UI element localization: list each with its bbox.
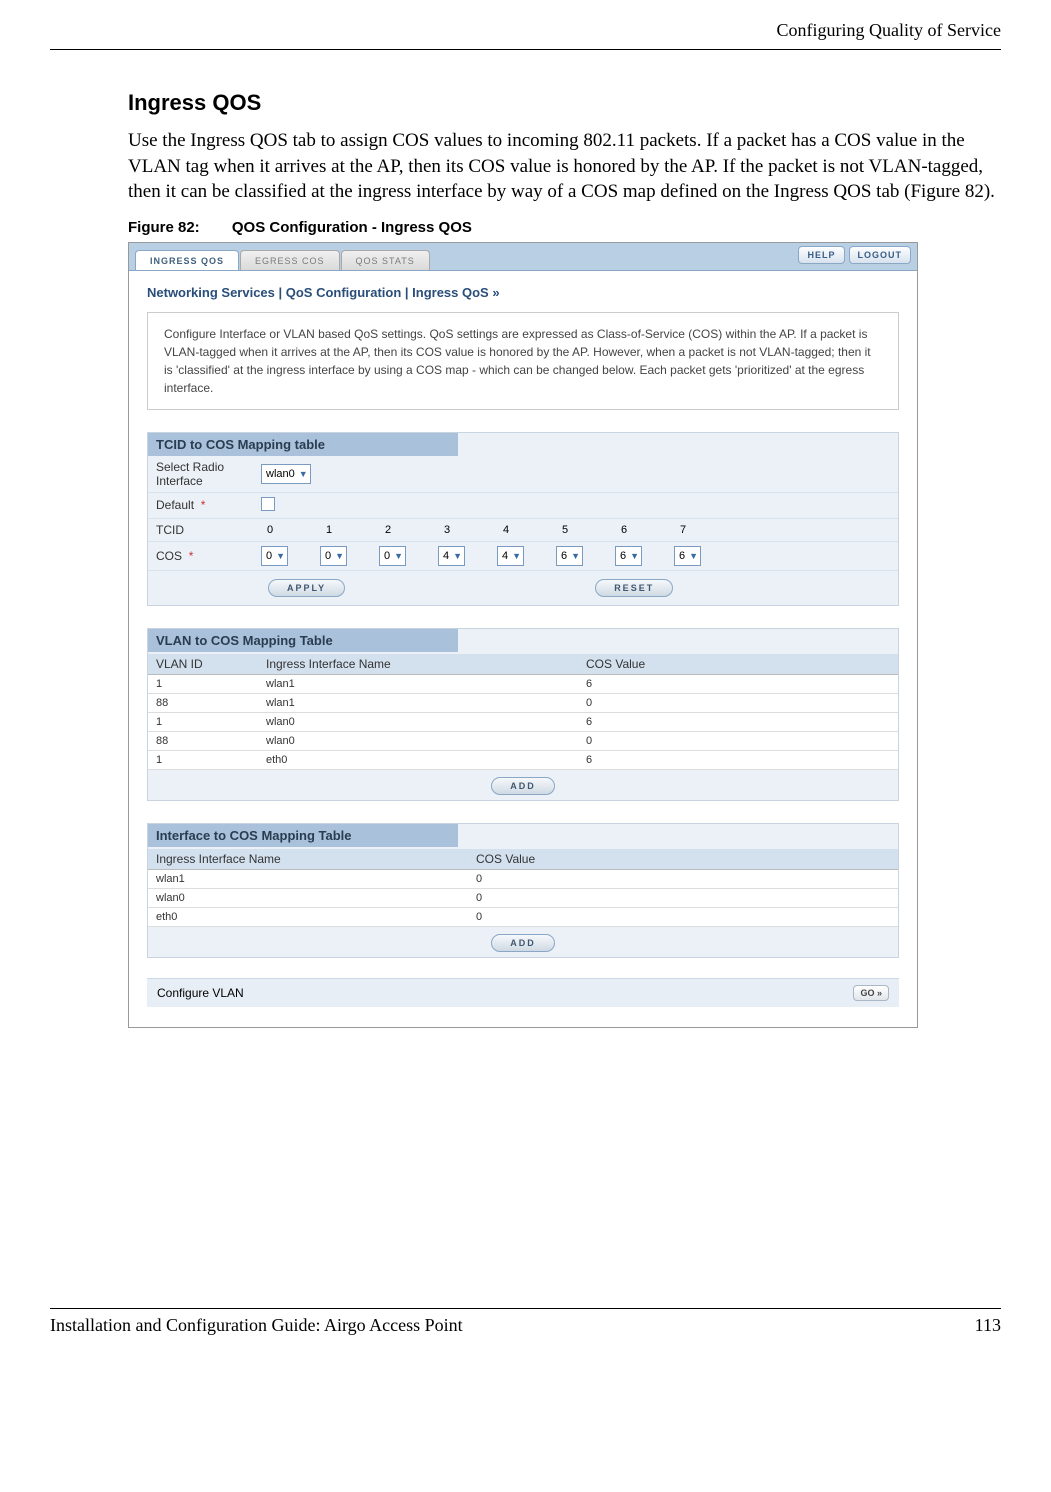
chevron-down-icon: ▼ xyxy=(394,551,403,561)
select-radio-label: Select Radio Interface xyxy=(156,460,261,488)
footer-page-number: 113 xyxy=(975,1315,1001,1336)
page-header: Configuring Quality of Service xyxy=(50,20,1001,50)
tcid-col: 6 xyxy=(615,524,673,536)
tab-egress-cos[interactable]: EGRESS COS xyxy=(240,250,340,270)
tcid-col: 3 xyxy=(438,524,496,536)
cos-select-5[interactable]: 6▼ xyxy=(556,546,583,566)
vlan-cos-panel: VLAN to COS Mapping Table VLAN ID Ingres… xyxy=(147,628,899,801)
tab-qos-stats[interactable]: QOS STATS xyxy=(341,250,430,270)
radio-interface-select[interactable]: wlan0 ▼ xyxy=(261,464,311,484)
body-paragraph: Use the Ingress QOS tab to assign COS va… xyxy=(128,128,1001,205)
table-row: wlan10 xyxy=(148,869,898,888)
add-vlan-button[interactable]: ADD xyxy=(491,777,555,795)
cos-select-7[interactable]: 6▼ xyxy=(674,546,701,566)
vlan-col-id: VLAN ID xyxy=(148,654,258,675)
cos-row-label: COS * xyxy=(156,549,261,563)
tcid-col: 0 xyxy=(261,524,319,536)
chevron-down-icon: ▼ xyxy=(276,551,285,561)
configure-vlan-label: Configure VLAN xyxy=(157,986,244,1000)
tcid-col: 2 xyxy=(379,524,437,536)
tcid-row-label: TCID xyxy=(156,523,261,537)
chevron-down-icon: ▼ xyxy=(512,551,521,561)
iface-col-if: Ingress Interface Name xyxy=(148,849,468,870)
header-rule xyxy=(50,49,1001,50)
cos-select-1[interactable]: 0▼ xyxy=(320,546,347,566)
default-checkbox[interactable] xyxy=(261,497,275,511)
tcid-col: 1 xyxy=(320,524,378,536)
content: Ingress QOS Use the Ingress QOS tab to a… xyxy=(128,90,1001,1028)
table-row: 88wlan10 xyxy=(148,693,898,712)
iface-cos-panel: Interface to COS Mapping Table Ingress I… xyxy=(147,823,899,958)
footer-guide-title: Installation and Configuration Guide: Ai… xyxy=(50,1315,463,1336)
cos-select-6[interactable]: 6▼ xyxy=(615,546,642,566)
go-button[interactable]: GO » xyxy=(853,985,889,1001)
configure-vlan-row: Configure VLAN GO » xyxy=(147,978,899,1007)
section-heading: Ingress QOS xyxy=(128,90,1001,116)
apply-button[interactable]: APPLY xyxy=(268,579,345,597)
table-row: 1wlan16 xyxy=(148,674,898,693)
iface-cos-panel-head: Interface to COS Mapping Table xyxy=(148,824,458,847)
chevron-down-icon: ▼ xyxy=(571,551,580,561)
tab-bar: INGRESS QOS EGRESS COS QOS STATS HELP LO… xyxy=(129,243,917,271)
table-row: 1eth06 xyxy=(148,750,898,769)
table-row: 88wlan00 xyxy=(148,731,898,750)
screenshot-panel: INGRESS QOS EGRESS COS QOS STATS HELP LO… xyxy=(128,242,918,1028)
chevron-down-icon: ▼ xyxy=(299,469,308,479)
radio-interface-value: wlan0 xyxy=(266,468,295,480)
iface-col-cos: COS Value xyxy=(468,849,898,870)
default-label: Default * xyxy=(156,498,261,512)
chevron-down-icon: ▼ xyxy=(453,551,462,561)
table-row: eth00 xyxy=(148,907,898,926)
cos-select-0[interactable]: 0▼ xyxy=(261,546,288,566)
section-running-head: Configuring Quality of Service xyxy=(50,20,1001,41)
chevron-down-icon: ▼ xyxy=(689,551,698,561)
cos-select-3[interactable]: 4▼ xyxy=(438,546,465,566)
page-footer: Installation and Configuration Guide: Ai… xyxy=(50,1308,1001,1336)
vlan-col-cos: COS Value xyxy=(578,654,898,675)
tcid-col: 4 xyxy=(497,524,555,536)
tab-ingress-qos[interactable]: INGRESS QOS xyxy=(135,250,239,270)
iface-cos-table: Ingress Interface Name COS Value wlan10 … xyxy=(148,849,898,927)
tcid-col: 5 xyxy=(556,524,614,536)
figure-caption: Figure 82: QOS Configuration - Ingress Q… xyxy=(128,219,1001,236)
reset-button[interactable]: RESET xyxy=(595,579,673,597)
figure-number: Figure 82: xyxy=(128,219,200,236)
add-iface-button[interactable]: ADD xyxy=(491,934,555,952)
cos-select-4[interactable]: 4▼ xyxy=(497,546,524,566)
help-button[interactable]: HELP xyxy=(798,246,844,264)
cos-select-2[interactable]: 0▼ xyxy=(379,546,406,566)
tcid-panel-head: TCID to COS Mapping table xyxy=(148,433,458,456)
table-row: wlan00 xyxy=(148,888,898,907)
table-row: 1wlan06 xyxy=(148,712,898,731)
figure-title: QOS Configuration - Ingress QOS xyxy=(232,219,472,236)
tcid-panel: TCID to COS Mapping table Select Radio I… xyxy=(147,432,899,606)
logout-button[interactable]: LOGOUT xyxy=(849,246,912,264)
description-box: Configure Interface or VLAN based QoS se… xyxy=(147,312,899,410)
breadcrumb: Networking Services | QoS Configuration … xyxy=(129,271,917,312)
vlan-col-if: Ingress Interface Name xyxy=(258,654,578,675)
vlan-cos-panel-head: VLAN to COS Mapping Table xyxy=(148,629,458,652)
chevron-down-icon: ▼ xyxy=(630,551,639,561)
tcid-col: 7 xyxy=(674,524,732,536)
chevron-down-icon: ▼ xyxy=(335,551,344,561)
vlan-cos-table: VLAN ID Ingress Interface Name COS Value… xyxy=(148,654,898,770)
